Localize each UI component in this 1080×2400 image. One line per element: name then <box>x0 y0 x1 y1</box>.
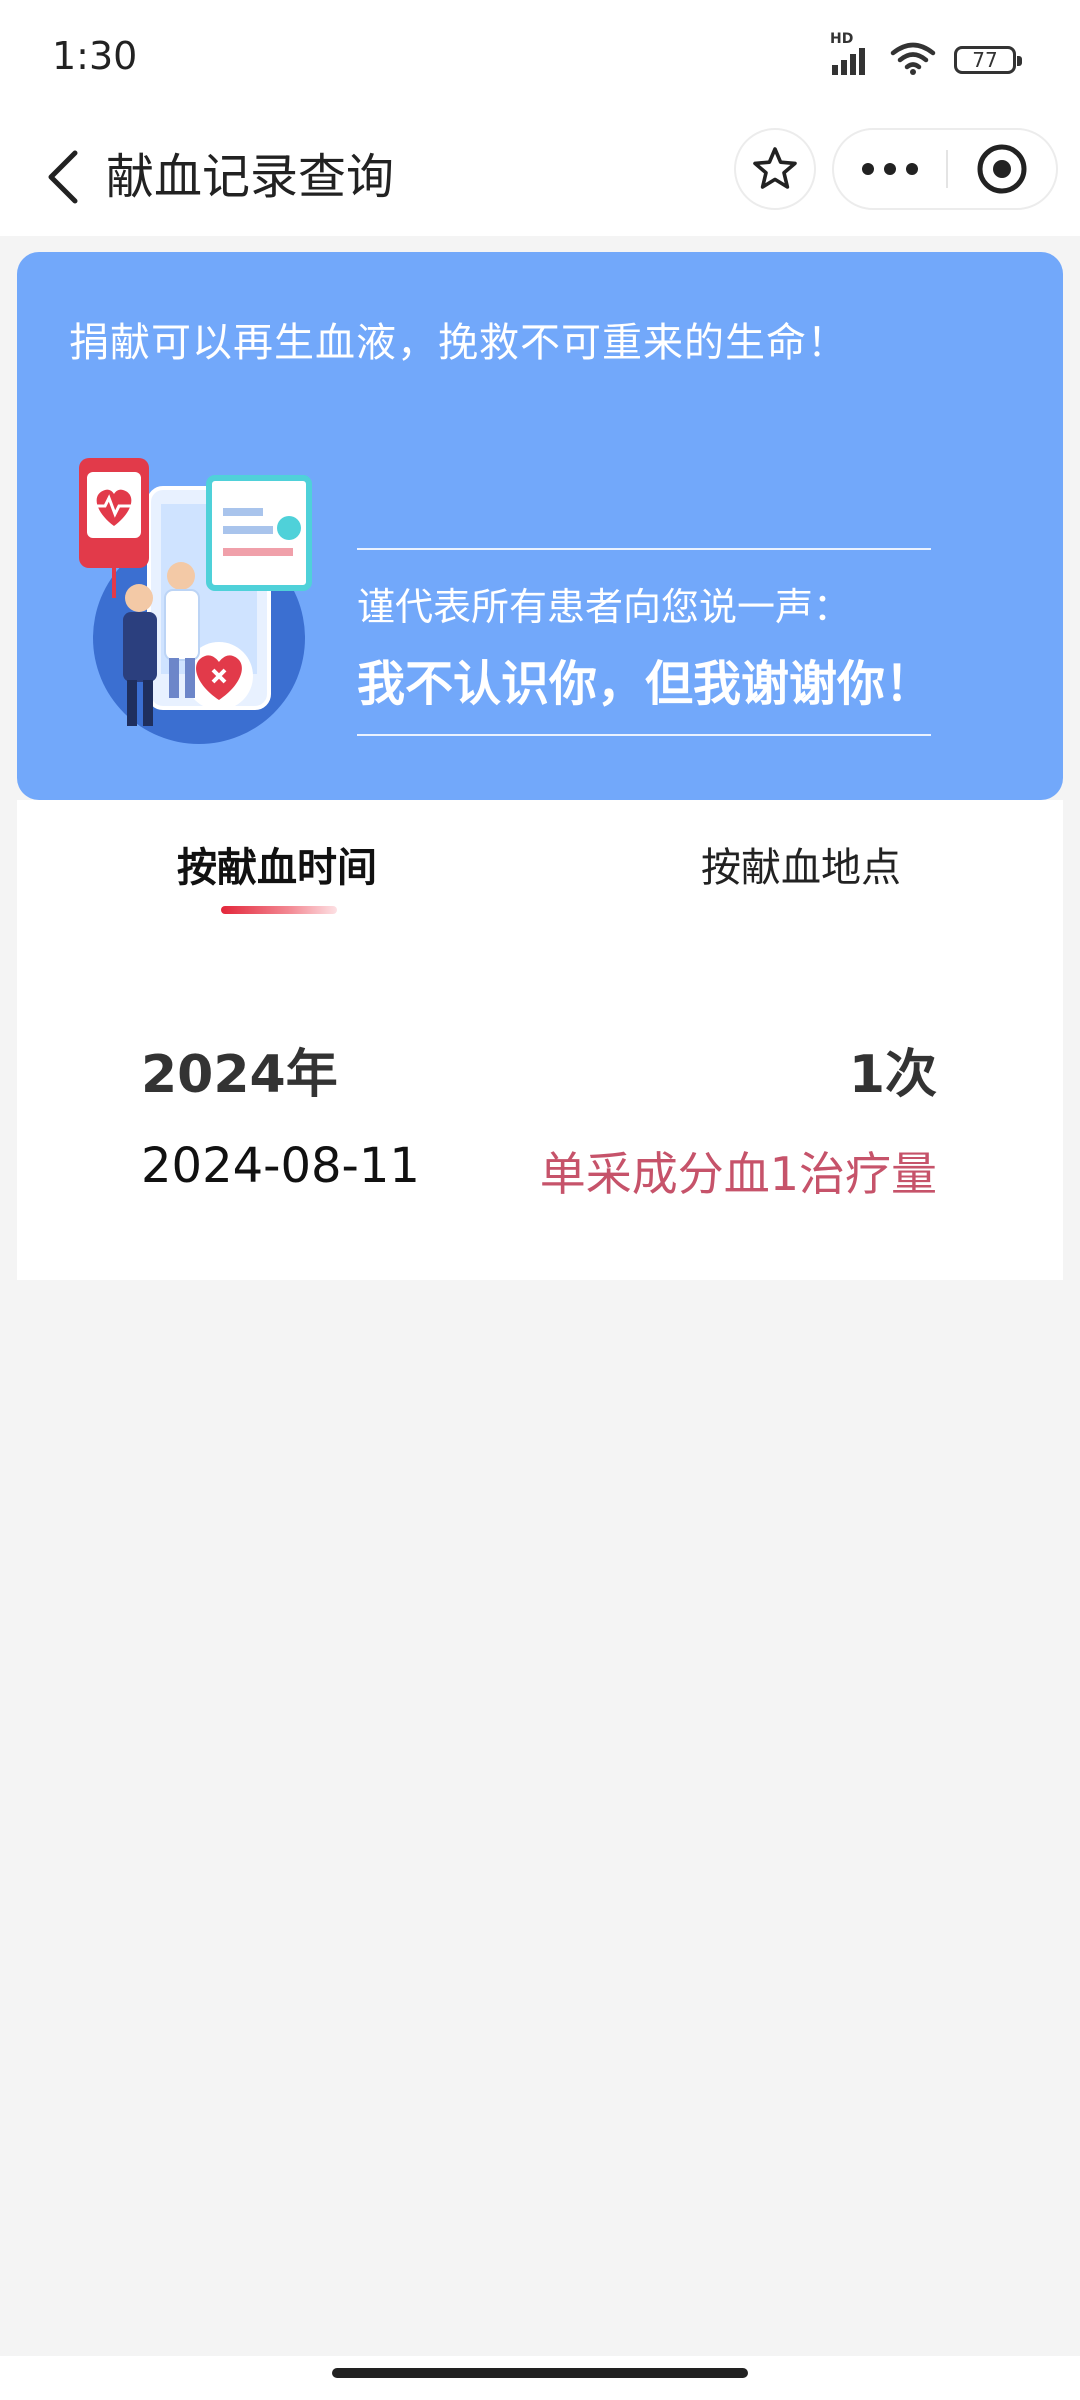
record-type[interactable]: 单采成分血1治疗量 <box>540 1138 937 1204</box>
more-button[interactable] <box>834 130 946 208</box>
status-time: 1:30 <box>52 34 138 78</box>
tab-by-time[interactable]: 按献血时间 <box>177 838 377 898</box>
status-bar: 1:30 HD 77 <box>0 0 1080 118</box>
close-button[interactable] <box>948 130 1056 208</box>
status-icons: HD 77 <box>830 31 1022 84</box>
record-date: 2024-08-11 <box>141 1138 420 1194</box>
wifi-icon <box>890 41 936 79</box>
records-card: 按献血时间 按献血地点 2024年 1次 2024-08-11 单采成分血1治疗… <box>17 800 1063 1280</box>
page-title: 献血记录查询 <box>106 149 395 205</box>
tab-by-location[interactable]: 按献血地点 <box>701 838 901 898</box>
chevron-left-icon <box>48 150 78 204</box>
signal-bars-icon: HD <box>830 31 872 75</box>
battery-icon: 77 <box>954 46 1022 74</box>
banner-subtitle: 谨代表所有患者向您说一声： <box>357 585 852 629</box>
network-type-label: HD <box>830 31 854 47</box>
more-dots-icon <box>862 163 918 175</box>
banner-bottom-divider <box>357 734 931 736</box>
target-circle-icon <box>977 144 1027 194</box>
record-year: 2024年 <box>141 1045 338 1105</box>
mini-program-capsule <box>832 128 1058 210</box>
star-outline-icon <box>753 147 797 189</box>
active-tab-indicator <box>221 906 337 914</box>
navigation-bar: 献血记录查询 <box>0 118 1080 236</box>
back-button[interactable] <box>24 138 102 216</box>
banner-top-divider <box>357 548 931 550</box>
record-count: 1次 <box>848 1045 937 1105</box>
banner-slogan: 捐献可以再生血液，挽救不可重来的生命！ <box>69 320 848 366</box>
favorite-button[interactable] <box>734 128 816 210</box>
home-indicator[interactable] <box>332 2368 748 2378</box>
battery-level: 77 <box>972 48 998 72</box>
donor-doctor-illustration <box>79 458 312 744</box>
thank-you-banner: 捐献可以再生血液，挽救不可重来的生命！ 谨代表所有患者向您说一声： 我不认识你，… <box>17 252 1063 800</box>
banner-thanks: 我不认识你，但我谢谢你！ <box>357 656 934 712</box>
bottom-safe-area <box>0 2356 1080 2400</box>
